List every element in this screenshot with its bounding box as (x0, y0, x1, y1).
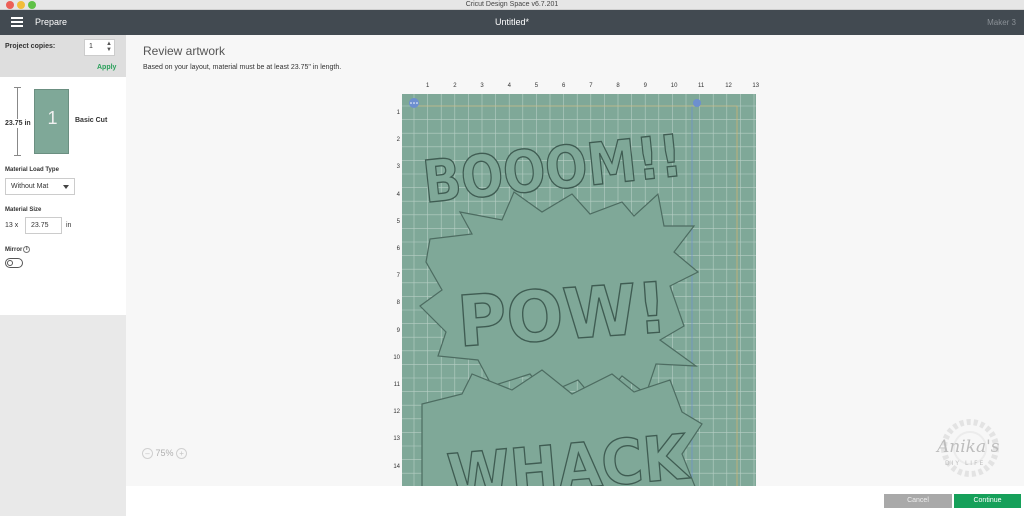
project-copies-label: Project copies: (5, 43, 56, 50)
rotate-handle-icon[interactable] (693, 99, 701, 107)
mirror-toggle[interactable] (5, 258, 23, 268)
ruler-tick-top: 10 (670, 83, 678, 89)
material-length-input[interactable]: 23.75 (25, 217, 62, 234)
copies-stepper-icon[interactable]: ▲ ▼ (106, 41, 112, 53)
ruler-tick-top: 13 (752, 83, 760, 89)
ruler-tick-top: 5 (534, 83, 539, 89)
page-title: Review artwork (143, 44, 226, 58)
material-unit: in (66, 222, 72, 229)
mat-length-label: 23.75 in (5, 119, 31, 128)
ruler-tick-left: 2 (396, 137, 400, 144)
material-load-type-label: Material Load Type (5, 167, 59, 173)
main-area: Review artwork Based on your layout, mat… (126, 35, 1024, 516)
ruler-tick-top: 1 (426, 83, 430, 89)
info-icon[interactable]: i (23, 246, 31, 253)
ruler-tick-left: 13 (393, 436, 400, 443)
ruler-tick-top: 7 (589, 83, 593, 89)
material-width: 13 x (5, 222, 19, 229)
dot (413, 102, 415, 104)
dot (410, 102, 412, 104)
app-header: Prepare Untitled* Maker 3 (0, 10, 1024, 35)
mat-preview-section: 23.75 in 1 Basic Cut Material Load Type … (0, 77, 126, 315)
ruler-tick-top: 6 (562, 83, 566, 89)
mat-grid: BOOOM!! POW! WHACK (402, 94, 756, 516)
zoom-out-button[interactable]: – (142, 448, 153, 460)
mat-number: 1 (47, 108, 58, 128)
ruler-tick-left: 14 (393, 463, 400, 470)
ruler-tick-top: 4 (507, 83, 511, 89)
chevron-down-icon (63, 185, 69, 189)
ruler-tick-top: 2 (453, 83, 457, 89)
ruler-tick-top: 8 (616, 83, 620, 89)
apply-button[interactable]: Apply (97, 64, 116, 71)
cancel-button[interactable]: Cancel (884, 494, 952, 508)
ruler-tick-left: 3 (396, 164, 400, 171)
left-ruler: 1 2 3 4 5 6 7 8 9 10 11 12 13 14 (392, 94, 402, 516)
continue-button[interactable]: Continue (954, 494, 1021, 508)
top-ruler: 1 2 3 4 5 6 7 8 9 10 11 12 13 (402, 83, 760, 93)
watermark-logo: Anika's DIY LIFE (935, 419, 1000, 477)
ruler-tick-top: 12 (725, 83, 732, 89)
zoom-level: 75% (155, 448, 174, 458)
window-titlebar: Cricut Design Space v6.7.201 (0, 0, 1024, 10)
machine-name[interactable]: Maker 3 (987, 10, 1016, 35)
pow-text[interactable]: POW! (454, 266, 671, 364)
mirror-label: Mirror (5, 247, 23, 254)
project-copies-value: 1 (89, 43, 93, 50)
document-title: Untitled* (494, 17, 530, 27)
mat-cut-type: Basic Cut (75, 117, 108, 124)
review-description: Based on your layout, material must be a… (143, 64, 342, 71)
watermark-line-2: DIY LIFE (945, 460, 985, 467)
dot (416, 102, 418, 104)
zoom-control: – 75% + (142, 448, 188, 462)
window-title: Cricut Design Space v6.7.201 (465, 1, 559, 8)
ruler-tick-left: 11 (393, 382, 400, 388)
zoom-in-button[interactable]: + (176, 448, 188, 460)
watermark-line-1: Anika's (935, 437, 1000, 457)
ruler-tick-left: 6 (396, 246, 400, 252)
dimension-cap-top (14, 87, 21, 88)
ruler-tick-left: 10 (393, 354, 400, 361)
material-size-label: Material Size (5, 207, 42, 213)
booom-text[interactable]: BOOOM!! (419, 121, 686, 217)
mode-label: Prepare (35, 17, 68, 27)
ruler-tick-top: 3 (480, 83, 484, 89)
material-load-type-select[interactable]: Without Mat (5, 178, 75, 195)
mat-thumbnail[interactable]: 1 (34, 89, 69, 154)
ruler-tick-left: 9 (396, 327, 400, 334)
ruler-tick-top: 11 (698, 83, 705, 89)
ruler-tick-left: 12 (393, 409, 400, 416)
ruler-tick-top: 9 (643, 83, 647, 89)
project-copies-input[interactable]: 1 ▲ ▼ (84, 39, 115, 56)
dimension-cap-bottom (14, 155, 21, 156)
bottom-action-bar: Cancel Continue (126, 486, 1024, 516)
mirror-label-row: Mirror i (5, 246, 31, 254)
project-copies-row: Project copies: 1 ▲ ▼ Apply (0, 35, 126, 77)
material-load-type-value: Without Mat (11, 183, 49, 190)
ruler-tick-left: 1 (396, 110, 400, 116)
left-panel: Project copies: 1 ▲ ▼ Apply 23.75 in 1 Ba… (0, 35, 126, 516)
ruler-tick-left: 8 (396, 300, 400, 307)
ruler-tick-left: 4 (396, 191, 400, 198)
toggle-knob (7, 260, 13, 266)
hamburger-menu-icon[interactable] (11, 17, 23, 27)
cutting-mat-canvas[interactable]: BOOOM!! POW! WHACK (402, 94, 756, 516)
ruler-tick-left: 5 (396, 218, 400, 225)
ruler-tick-left: 7 (396, 273, 400, 280)
